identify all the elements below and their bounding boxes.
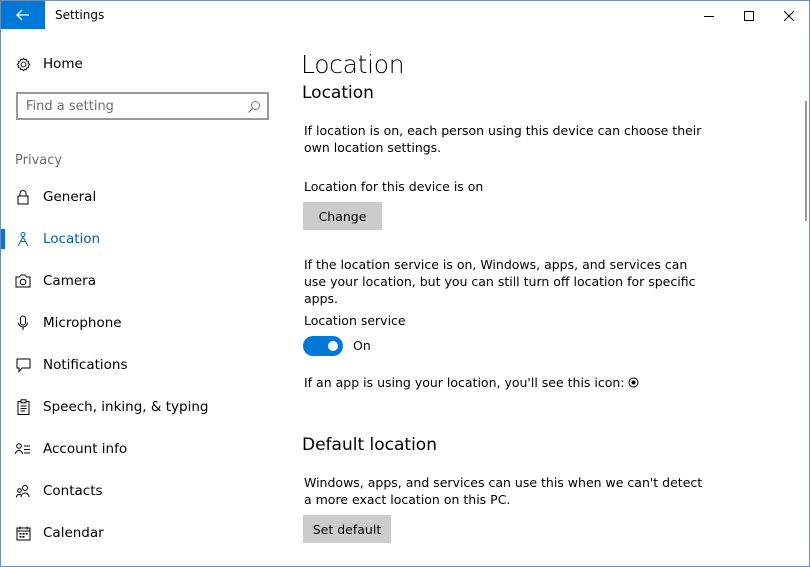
sidebar-item-label: Contacts: [43, 483, 103, 499]
location-service-toggle[interactable]: [303, 336, 343, 356]
section-title-location: Location: [302, 83, 374, 103]
sidebar-item-home[interactable]: Home: [1, 44, 283, 84]
sidebar-item-label: General: [43, 189, 97, 205]
section-label-privacy: Privacy: [15, 153, 63, 168]
main-content: Location Location If location is on, eac…: [283, 31, 799, 566]
location-service-label: Location service: [304, 313, 406, 328]
device-location-status: Location for this device is on: [304, 179, 484, 194]
sidebar-item-camera[interactable]: Camera: [1, 261, 283, 301]
sidebar-item-label: Location: [43, 231, 101, 247]
search-icon[interactable]: [247, 99, 261, 113]
minimize-button[interactable]: [689, 1, 729, 30]
location-intro-text: If location is on, each person using thi…: [304, 123, 702, 155]
sidebar-item-account-info[interactable]: Account info: [1, 429, 283, 469]
section-title-default-location: Default location: [302, 435, 437, 455]
location-service-text: If the location service is on, Windows, …: [304, 257, 696, 306]
scrollbar-thumb[interactable]: [805, 101, 807, 221]
default-location-text: Windows, apps, and services can use this…: [304, 475, 703, 507]
sidebar-item-label: Account info: [43, 441, 128, 457]
clipboard-icon: [15, 399, 31, 415]
sidebar-item-calendar[interactable]: Calendar: [1, 513, 283, 553]
set-default-button[interactable]: Set default: [303, 515, 391, 543]
sidebar-item-label: Calendar: [43, 525, 104, 541]
sidebar: Home Privacy General: [1, 31, 283, 566]
page-title: Location: [301, 50, 405, 79]
sidebar-item-label: Speech, inking, & typing: [43, 399, 209, 415]
contacts-icon: [15, 483, 31, 499]
scrollbar[interactable]: [800, 31, 809, 566]
minimize-icon: [704, 15, 714, 17]
sidebar-item-label: Notifications: [43, 357, 128, 373]
change-button[interactable]: Change: [303, 202, 382, 230]
sidebar-item-notifications[interactable]: Notifications: [1, 345, 283, 385]
active-indicator: [1, 229, 5, 249]
maximize-button[interactable]: [729, 1, 769, 30]
location-in-use-icon: [628, 377, 639, 388]
sidebar-item-label: Microphone: [43, 315, 122, 331]
title-bar: Settings: [1, 1, 809, 31]
toggle-knob: [328, 341, 338, 351]
close-icon: [784, 10, 794, 21]
sidebar-item-contacts[interactable]: Contacts: [1, 471, 283, 511]
toggle-state-label: On: [353, 338, 371, 353]
back-arrow-icon: [16, 9, 29, 21]
maximize-icon: [744, 10, 754, 21]
sidebar-item-speech[interactable]: Speech, inking, & typing: [1, 387, 283, 427]
window-title: Settings: [55, 8, 105, 22]
sidebar-item-location[interactable]: Location: [1, 219, 283, 259]
microphone-icon: [15, 315, 31, 331]
sidebar-item-microphone[interactable]: Microphone: [1, 303, 283, 343]
account-info-icon: [15, 441, 31, 457]
location-icon-hint: If an app is using your location, you'll…: [304, 374, 724, 391]
lock-icon: [15, 189, 31, 205]
search-box[interactable]: [16, 92, 269, 120]
sidebar-item-label: Camera: [43, 273, 96, 289]
location-icon-hint-text: If an app is using your location, you'll…: [304, 375, 625, 390]
sidebar-item-label: Home: [43, 56, 83, 72]
camera-icon: [15, 273, 31, 289]
calendar-icon: [15, 525, 31, 541]
back-button[interactable]: [1, 1, 45, 29]
search-input[interactable]: [26, 97, 241, 116]
sidebar-item-general[interactable]: General: [1, 177, 283, 217]
notification-icon: [15, 357, 31, 373]
location-person-icon: [15, 231, 31, 247]
close-button[interactable]: [769, 1, 809, 30]
gear-icon: [15, 56, 31, 72]
settings-window: Settings Home Find a setting Privacy Gen…: [0, 0, 810, 567]
